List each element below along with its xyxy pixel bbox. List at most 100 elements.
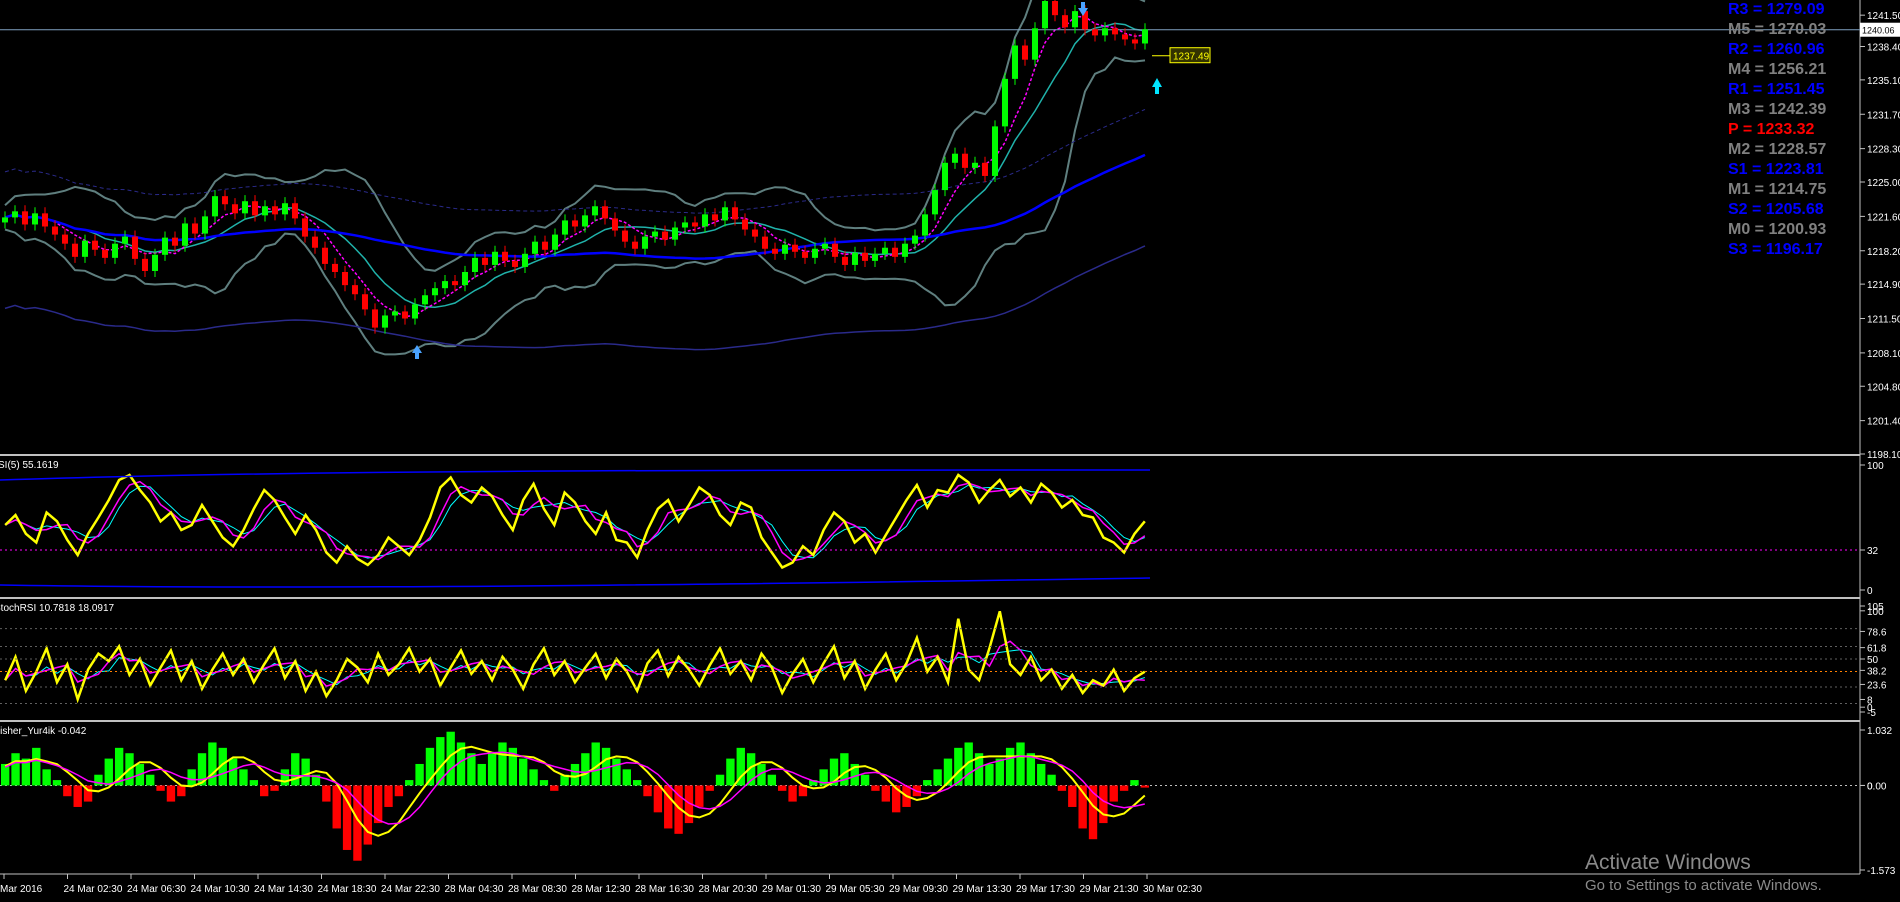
stochrsi-panel [0, 610, 1860, 705]
fisher-histogram-bar [208, 742, 217, 786]
candle-body [322, 247, 328, 264]
candle-body [162, 237, 168, 255]
fisher-histogram-bar [1016, 742, 1025, 786]
fisher-histogram-bar [280, 769, 290, 786]
candle-body [762, 236, 768, 249]
envelope-lower [4, 245, 1146, 351]
time-tick-label: 29 Mar 01:30 [762, 884, 821, 895]
fisher-histogram-bar [498, 742, 507, 786]
fisher-histogram-bar [291, 753, 300, 786]
fisher-histogram-bar [322, 785, 331, 802]
time-tick-label: 29 Mar 21:30 [1080, 884, 1139, 895]
price:0-tick-label: 1208.10 [1867, 349, 1900, 360]
candle-body [722, 207, 728, 221]
fisher-histogram-bar [529, 769, 538, 786]
candle-body [392, 311, 398, 316]
candle-body [102, 249, 108, 258]
fisher-histogram-bar [1047, 774, 1056, 786]
pivot-level: M3 = 1242.39 [1728, 101, 1827, 118]
candle-body [172, 237, 178, 246]
candle-body [692, 222, 698, 227]
candle-body [262, 206, 268, 216]
fisher-signal-line [4, 745, 1146, 837]
candle-body [432, 288, 438, 296]
fisher-histogram-bar [73, 785, 82, 807]
candle-body [712, 214, 718, 221]
candle-body [512, 260, 518, 267]
fisher-histogram-bar [726, 758, 735, 786]
candle-body [592, 206, 598, 216]
candle-body [952, 153, 958, 163]
candle-body [812, 248, 818, 258]
candle-body [372, 309, 378, 328]
stoch:2-tick-label: -5 [1867, 708, 1876, 719]
stoch:2-tick-label: 61.8 [1867, 644, 1887, 655]
time-tick-label: 29 Mar 09:30 [889, 884, 948, 895]
fisher-histogram-bar [767, 774, 777, 786]
fisher-histogram-bar [52, 780, 62, 786]
fisher-histogram-bar [695, 785, 704, 807]
stoch:2-tick-label: 50 [1867, 655, 1879, 666]
pivot-level: S1 = 1223.81 [1728, 161, 1824, 178]
candle-body [752, 229, 758, 237]
fisher-histogram-bar [860, 774, 870, 786]
candle-body [152, 254, 158, 271]
fisher-histogram-bar [1119, 785, 1129, 791]
candle-body [902, 243, 908, 257]
fisher-histogram-bar [187, 769, 196, 786]
time-tick-label: 29 Mar 17:30 [1016, 884, 1075, 895]
time-tick-label: 24 Mar 14:30 [254, 884, 313, 895]
pivot-level: M4 = 1256.21 [1728, 61, 1827, 78]
si-panel-title: SI(5) 55.1619 [0, 460, 59, 471]
candle-body [1012, 45, 1018, 79]
pivot-level: M1 = 1214.75 [1728, 181, 1827, 198]
fisher-histogram-bar [63, 785, 72, 797]
candle-body [182, 223, 188, 246]
candle-body [2, 217, 8, 223]
candle-body [992, 126, 998, 176]
candle-body [232, 204, 238, 214]
stoch:2-tick-label: 38.2 [1867, 666, 1887, 677]
candle-body [272, 206, 278, 215]
fisher-histogram-bar [871, 785, 880, 791]
candle-body [872, 253, 878, 261]
candle-body [772, 248, 778, 254]
candle-body [1142, 29, 1148, 44]
price:0-tick-label: 1201.40 [1867, 417, 1900, 428]
candle-body [682, 222, 688, 228]
candle-body [352, 285, 358, 295]
candle-body [842, 256, 848, 265]
candle-body [402, 311, 408, 319]
fisher-histogram-bar [487, 753, 497, 786]
candle-body [1092, 29, 1098, 36]
fisher-histogram-bar [995, 758, 1004, 786]
fisher-histogram-bar [239, 769, 248, 786]
fisher-histogram-bar [1, 763, 10, 786]
fisher-panel [0, 731, 1860, 861]
time-tick-label: 24 Mar 22:30 [381, 884, 440, 895]
candle-body [652, 231, 658, 237]
fisher-histogram-bar [550, 785, 559, 791]
fisher-histogram-bar [622, 769, 631, 786]
fisher-histogram-bar [384, 785, 393, 807]
pivot-level: R3 = 1279.09 [1728, 1, 1825, 18]
candle-body [1002, 78, 1008, 127]
fisher-histogram-bar [1057, 785, 1067, 791]
fisher-histogram-bar [146, 774, 155, 786]
candle-body [672, 227, 678, 240]
fisher-histogram-bar [394, 785, 404, 797]
candle-body [1122, 34, 1128, 40]
fisher-histogram-bar [1130, 780, 1139, 786]
si-lower-band [0, 577, 1151, 588]
pivot-level: R1 = 1251.45 [1728, 81, 1825, 98]
candle-body [72, 243, 78, 257]
pivot-level: S3 = 1196.17 [1728, 241, 1823, 258]
fisher-histogram-bar [985, 763, 994, 786]
candle-body [972, 162, 978, 168]
fisher-histogram-bar [166, 785, 176, 802]
fisher-histogram-bar [11, 753, 20, 786]
candle-body [642, 236, 648, 249]
candle-body [742, 219, 748, 230]
candle-body [572, 220, 578, 227]
marker-price-label: 1237.49 [1173, 52, 1210, 63]
